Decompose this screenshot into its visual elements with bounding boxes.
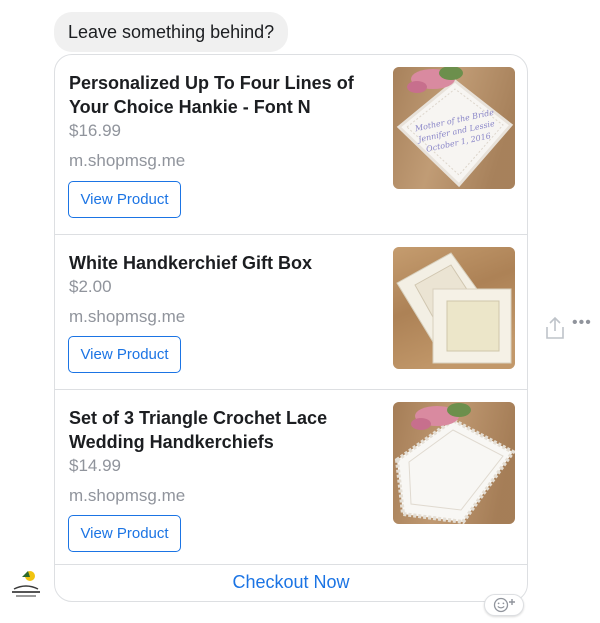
message-bubble: Leave something behind? — [54, 12, 289, 52]
lace-hankies-photo — [393, 402, 515, 524]
product-title: White Handkerchief Gift Box — [69, 253, 313, 273]
product-image-lace-hankies[interactable] — [393, 402, 515, 524]
hankie-photo: Mother of the Bride Jennifer and Lessie … — [393, 67, 515, 189]
view-product-button[interactable]: View Product — [68, 181, 181, 218]
product-title: Set of 3 Triangle Crochet Lace Wedding H… — [69, 408, 328, 452]
product-domain: m.shopmsg.me — [69, 307, 186, 326]
product-domain: m.shopmsg.me — [69, 486, 186, 505]
add-reaction-icon[interactable] — [484, 594, 524, 616]
product-image-hankie[interactable]: Mother of the Bride Jennifer and Lessie … — [393, 67, 515, 189]
product-price: $14.99 — [69, 456, 121, 475]
view-product-button[interactable]: View Product — [68, 515, 181, 552]
message-text: Leave something behind? — [68, 21, 275, 42]
checkout-now-button[interactable]: Checkout Now — [55, 563, 527, 601]
share-icon[interactable] — [543, 316, 567, 340]
more-options-icon[interactable]: ••• — [572, 314, 592, 332]
product-price: $16.99 — [69, 121, 121, 140]
product-item: Set of 3 Triangle Crochet Lace Wedding H… — [55, 390, 527, 565]
share-glyph — [546, 316, 564, 339]
sender-avatar[interactable] — [8, 567, 44, 601]
product-image-gift-box[interactable] — [393, 247, 515, 369]
product-item: Personalized Up To Four Lines of Your Ch… — [55, 55, 527, 235]
product-list-card: Personalized Up To Four Lines of Your Ch… — [54, 54, 528, 602]
sender-logo — [8, 567, 44, 601]
smiley-plus-glyph — [493, 597, 515, 613]
view-product-button[interactable]: View Product — [68, 336, 181, 373]
messenger-conversation: Leave something behind? Personalized Up … — [0, 0, 600, 623]
product-domain: m.shopmsg.me — [69, 151, 186, 170]
product-price: $2.00 — [69, 277, 112, 296]
gift-box-photo — [393, 247, 515, 369]
product-title: Personalized Up To Four Lines of Your Ch… — [69, 73, 354, 117]
product-item: White Handkerchief Gift Box $2.00 m.shop… — [55, 235, 527, 390]
